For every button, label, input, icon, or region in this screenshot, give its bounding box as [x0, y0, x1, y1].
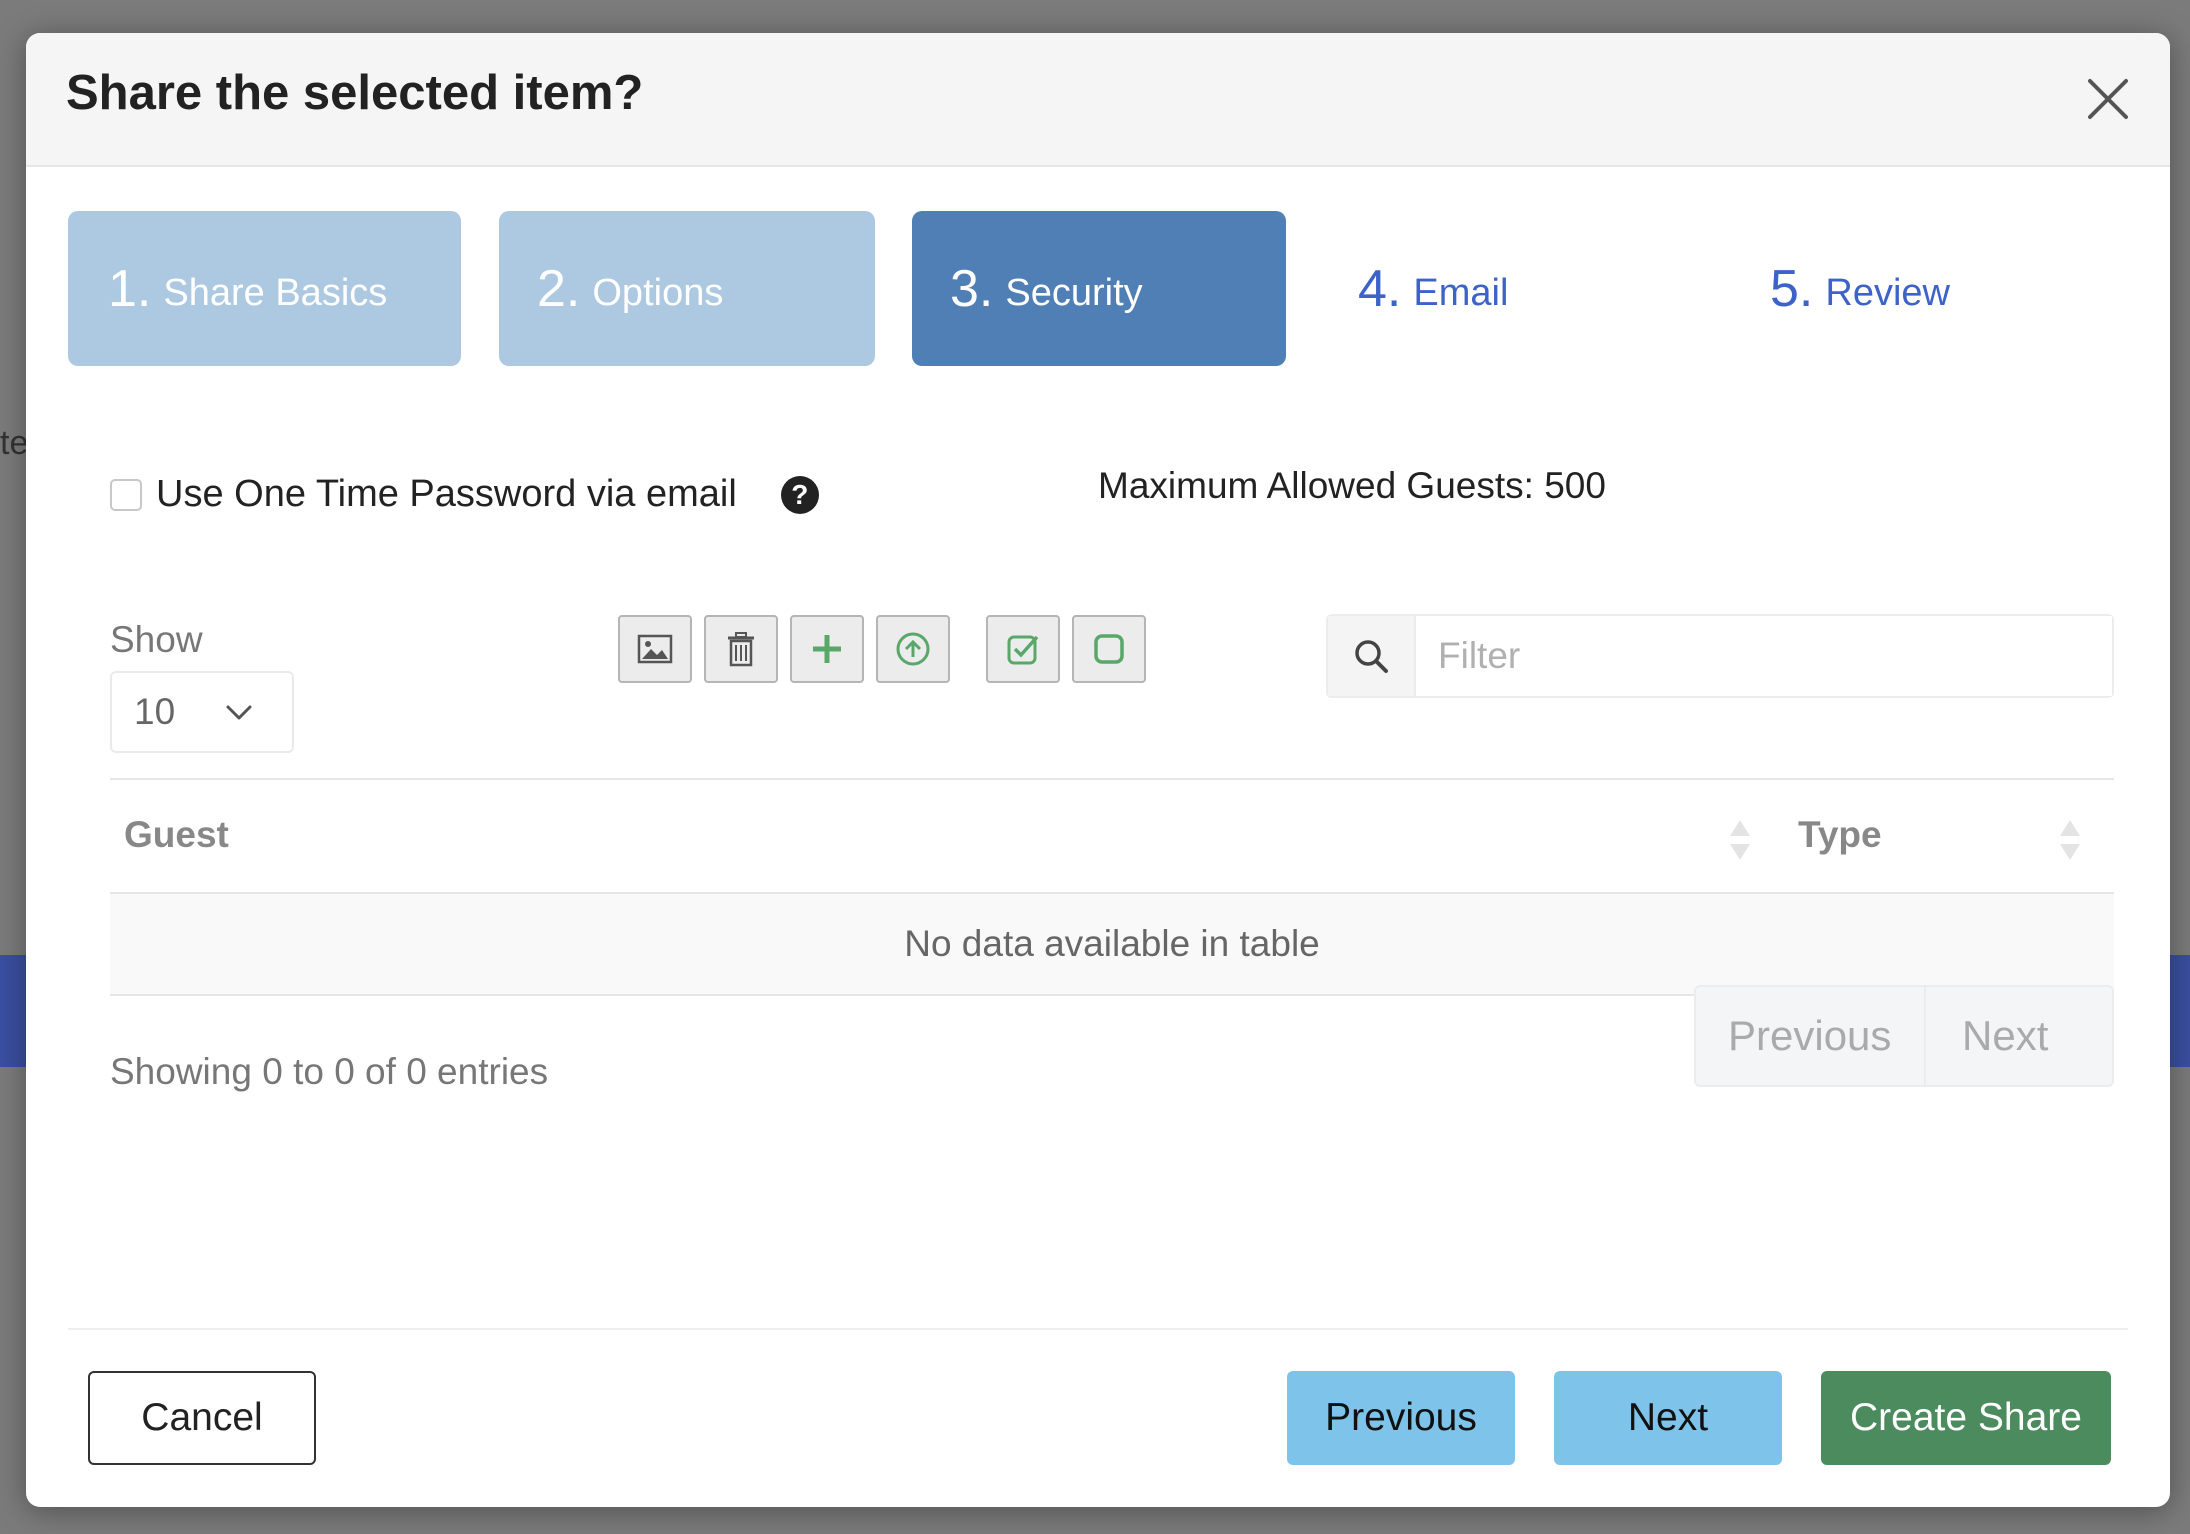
previous-button[interactable]: Previous: [1287, 1371, 1515, 1465]
step-label: Security: [1005, 272, 1143, 314]
background-app-bar: [0, 955, 26, 1067]
step-number: 3.: [950, 259, 994, 318]
upload-circle-icon: [896, 632, 930, 666]
chevron-down-icon: [226, 705, 252, 720]
filter-box: [1326, 614, 2114, 698]
empty-table-row: No data available in table: [110, 894, 2114, 996]
import-button[interactable]: [876, 615, 950, 683]
filter-input[interactable]: [1416, 616, 2112, 696]
show-label: Show: [110, 619, 203, 660]
step-number: 2.: [537, 259, 581, 318]
deselect-all-button[interactable]: [1072, 615, 1146, 683]
pager-next-button[interactable]: Next: [1962, 1012, 2048, 1060]
create-share-button[interactable]: Create Share: [1821, 1371, 2111, 1465]
step-label: Review: [1825, 272, 1950, 314]
select-all-button[interactable]: [986, 615, 1060, 683]
cancel-button[interactable]: Cancel: [88, 1371, 316, 1465]
wizard-step-email[interactable]: 4. Email: [1358, 211, 1658, 366]
delete-button[interactable]: [704, 615, 778, 683]
step-label: Email: [1413, 272, 1509, 314]
plus-icon: [813, 635, 841, 663]
image-icon: [637, 634, 673, 664]
otp-checkbox[interactable]: [110, 478, 142, 511]
square-icon: [1094, 634, 1124, 664]
column-header-type[interactable]: Type: [1798, 814, 1882, 856]
wizard-step-security[interactable]: 3. Security: [912, 211, 1286, 366]
pager-previous-button[interactable]: Previous: [1728, 1012, 1891, 1060]
otp-option-row: Use One Time Password via email ?: [110, 473, 819, 516]
background-text-fragment: te: [0, 424, 29, 462]
step-number: 1.: [108, 259, 152, 318]
close-button[interactable]: [2080, 71, 2136, 127]
trash-icon: [728, 632, 754, 667]
help-icon[interactable]: ?: [780, 475, 819, 514]
next-button[interactable]: Next: [1554, 1371, 1782, 1465]
search-icon: [1328, 616, 1416, 696]
table-info: Showing 0 to 0 of 0 entries: [110, 1051, 549, 1092]
image-button[interactable]: [618, 615, 692, 683]
table-header: Guest Type: [110, 778, 2114, 894]
step-label: Options: [592, 272, 724, 314]
wizard-step-review[interactable]: 5. Review: [1770, 211, 2070, 366]
guest-table: Guest Type No data available in table: [110, 778, 2114, 996]
max-guests-text: Maximum Allowed Guests: 500: [1098, 465, 1606, 506]
pagination: Previous Next: [1694, 985, 2114, 1087]
step-number: 4.: [1358, 259, 1402, 318]
add-guest-button[interactable]: [790, 615, 864, 683]
pager-divider: [1924, 987, 1926, 1085]
otp-label[interactable]: Use One Time Password via email: [156, 473, 737, 516]
wizard-step-share-basics[interactable]: 1. Share Basics: [68, 211, 461, 366]
page-length-select[interactable]: 10: [110, 671, 294, 753]
step-number: 5.: [1770, 259, 1814, 318]
sort-icon[interactable]: [2058, 818, 2082, 862]
page-length-value: 10: [134, 691, 176, 732]
dialog-title: Share the selected item?: [66, 66, 644, 120]
column-header-guest[interactable]: Guest: [124, 814, 229, 856]
step-label: Share Basics: [163, 272, 388, 314]
check-square-icon: [1007, 635, 1039, 665]
close-icon: [2088, 79, 2128, 119]
sort-icon[interactable]: [1728, 818, 1752, 862]
wizard-step-options[interactable]: 2. Options: [499, 211, 875, 366]
footer-divider: [68, 1328, 2128, 1330]
share-dialog: Share the selected item? 1. Share Basics…: [26, 33, 2170, 1507]
dialog-header: Share the selected item?: [26, 33, 2170, 167]
